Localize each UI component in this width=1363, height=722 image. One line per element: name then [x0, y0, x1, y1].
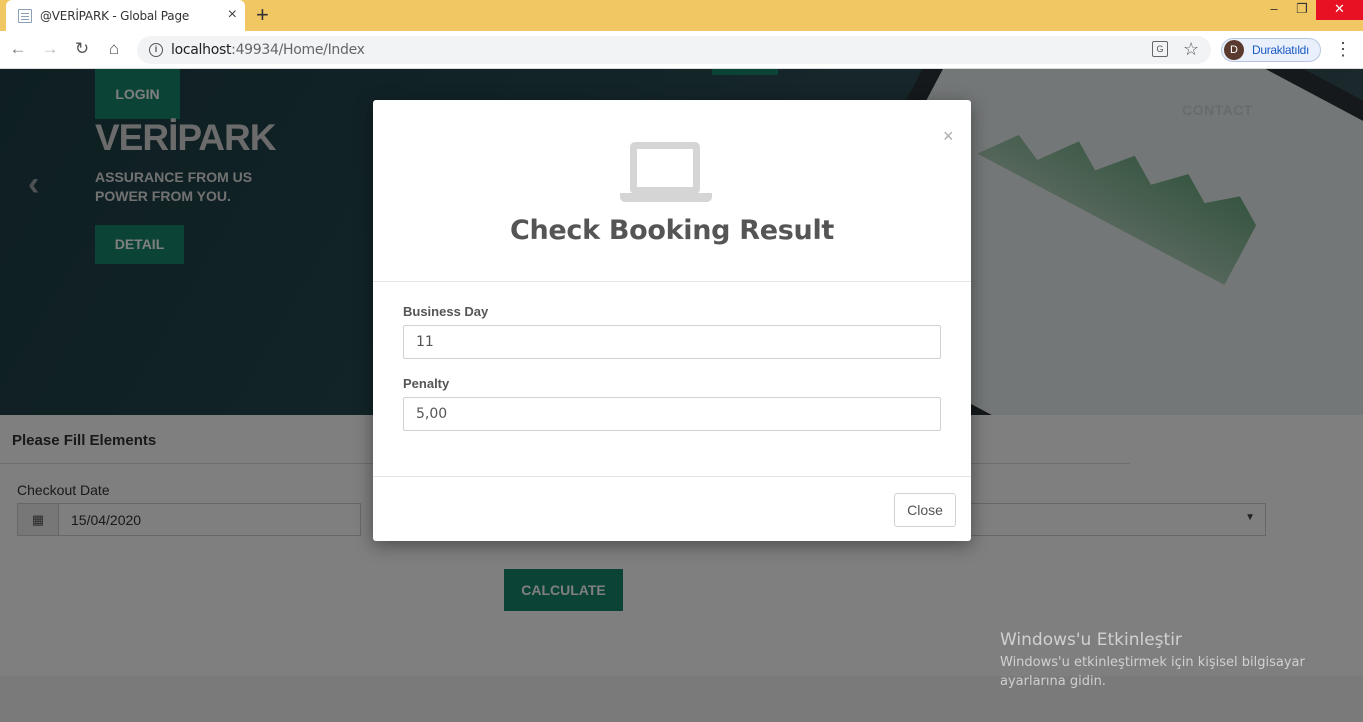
tab-title: @VERİPARK - Global Page: [40, 8, 190, 23]
window-close-button[interactable]: ✕: [1316, 0, 1363, 20]
address-bar[interactable]: i localhost:49934/Home/Index G ☆: [137, 36, 1211, 64]
home-icon[interactable]: ⌂: [104, 39, 124, 59]
url-path: :49934/Home/Index: [231, 42, 365, 58]
site-info-icon[interactable]: i: [149, 43, 163, 57]
translate-icon[interactable]: G: [1152, 41, 1168, 57]
forward-arrow-icon[interactable]: →: [40, 39, 60, 59]
modal-title: Check Booking Result: [509, 215, 835, 246]
modal-header: × Check Booking Result: [373, 100, 971, 282]
browser-tab[interactable]: @VERİPARK - Global Page ×: [6, 0, 245, 31]
tab-close-icon[interactable]: ×: [228, 7, 237, 23]
booking-result-modal: × Check Booking Result Business Day 11 P…: [373, 100, 971, 541]
browser-menu-icon[interactable]: ⋮: [1334, 39, 1352, 59]
window-minimize-button[interactable]: –: [1262, 0, 1286, 20]
close-button[interactable]: Close: [894, 493, 956, 527]
watermark-title: Windows'u Etkinleştir: [1000, 630, 1182, 650]
browser-toolbar: ← → ↻ ⌂ i localhost:49934/Home/Index G ☆…: [0, 31, 1363, 69]
back-arrow-icon[interactable]: ←: [8, 39, 28, 59]
url-host: localhost: [171, 42, 232, 58]
windows-activation-watermark: Windows'u Etkinleştir Windows'u etkinleş…: [1000, 630, 1320, 691]
window-maximize-button[interactable]: ❐: [1290, 0, 1314, 20]
bookmark-star-icon[interactable]: ☆: [1183, 38, 1199, 60]
watermark-subtitle: Windows'u etkinleştirmek için kişisel bi…: [1000, 655, 1305, 689]
laptop-icon: [620, 142, 712, 202]
page-favicon-icon: [18, 8, 32, 23]
business-day-field[interactable]: 11: [403, 325, 941, 359]
url-text: localhost:49934/Home/Index: [171, 42, 365, 58]
reload-icon[interactable]: ↻: [72, 39, 92, 59]
new-tab-button[interactable]: +: [256, 4, 269, 26]
penalty-field[interactable]: 5,00: [403, 397, 941, 431]
profile-status-label: Duraklatıldı: [1252, 43, 1310, 57]
modal-body: Business Day 11 Penalty 5,00: [373, 282, 971, 477]
browser-tab-strip: @VERİPARK - Global Page × + – ❐ ✕: [0, 0, 1363, 31]
profile-avatar: D: [1224, 40, 1244, 60]
business-day-label: Business Day: [403, 304, 489, 319]
penalty-label: Penalty: [403, 376, 450, 391]
modal-footer: Close: [373, 476, 971, 541]
profile-button[interactable]: D Duraklatıldı: [1221, 38, 1321, 62]
modal-close-icon[interactable]: ×: [943, 127, 954, 145]
